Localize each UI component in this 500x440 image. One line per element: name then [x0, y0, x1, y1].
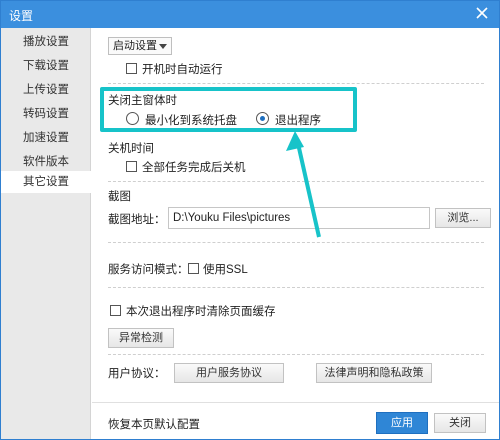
- clear-cache-checkbox[interactable]: [110, 305, 121, 316]
- screenshot-path-input[interactable]: D:\Youku Files\pictures: [168, 207, 430, 229]
- startup-select-value: 启动设置: [113, 40, 157, 52]
- legal-privacy-button[interactable]: 法律声明和隐私政策: [316, 363, 432, 383]
- startup-select[interactable]: 启动设置: [108, 37, 172, 55]
- sidebar-item-playback[interactable]: 播放设置: [1, 31, 91, 53]
- sidebar-item-upload[interactable]: 上传设置: [1, 79, 91, 101]
- chevron-down-icon: [159, 44, 167, 49]
- divider: [108, 242, 484, 243]
- shutdown-checkbox[interactable]: [126, 161, 137, 172]
- close-button[interactable]: 关闭: [434, 413, 486, 433]
- window-title: 设置: [9, 9, 34, 23]
- service-agreement-button[interactable]: 用户服务协议: [174, 363, 284, 383]
- screenshot-path-label: 截图地址：: [108, 214, 166, 226]
- shutdown-label: 全部任务完成后关机: [142, 162, 246, 174]
- ssl-label: 使用SSL: [203, 264, 248, 276]
- divider: [108, 354, 484, 355]
- autorun-label: 开机时自动运行: [142, 64, 223, 76]
- clear-cache-label: 本次退出程序时清除页面缓存: [126, 306, 276, 318]
- title-bar: 设置: [1, 1, 499, 28]
- settings-sidebar: 播放设置 下载设置 上传设置 转码设置 加速设置 软件版本 其它设置: [1, 28, 91, 439]
- settings-window: 设置 播放设置 下载设置 上传设置 转码设置 加速设置 软件版本 其它设置 启动…: [0, 0, 500, 440]
- sidebar-item-other[interactable]: 其它设置: [1, 171, 91, 193]
- anomaly-detection-button[interactable]: 异常检测: [108, 328, 174, 348]
- divider: [108, 83, 484, 84]
- screenshot-heading: 截图: [108, 191, 131, 203]
- apply-button[interactable]: 应用: [376, 412, 428, 434]
- ssl-checkbox[interactable]: [188, 263, 199, 274]
- reset-defaults-link[interactable]: 恢复本页默认配置: [108, 416, 200, 432]
- browse-button[interactable]: 浏览...: [435, 208, 491, 228]
- agreement-label: 用户协议：: [108, 368, 166, 380]
- sidebar-item-download[interactable]: 下载设置: [1, 55, 91, 77]
- highlight-box: [100, 87, 357, 132]
- footer-bar: 恢复本页默认配置 应用 关闭: [92, 402, 499, 439]
- divider: [108, 181, 484, 182]
- service-mode-label: 服务访问模式：: [108, 264, 189, 276]
- close-icon[interactable]: [473, 4, 491, 22]
- shutdown-heading: 关机时间: [108, 143, 154, 155]
- sidebar-item-acceleration[interactable]: 加速设置: [1, 127, 91, 149]
- autorun-checkbox[interactable]: [126, 63, 137, 74]
- sidebar-item-version[interactable]: 软件版本: [1, 151, 91, 173]
- divider: [108, 287, 484, 288]
- sidebar-item-transcode[interactable]: 转码设置: [1, 103, 91, 125]
